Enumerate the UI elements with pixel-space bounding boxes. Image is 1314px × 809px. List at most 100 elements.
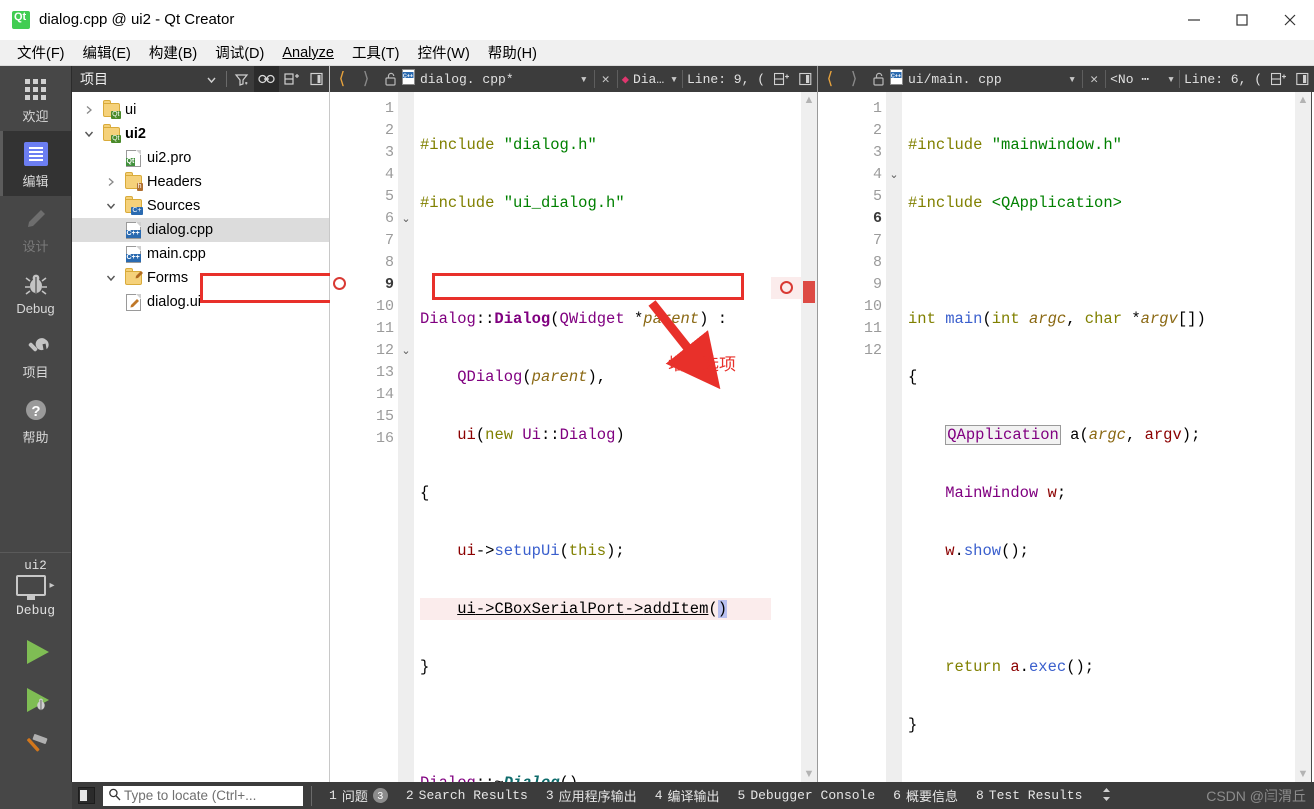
- code-line: #include <QApplication>: [908, 194, 1122, 212]
- split-side-icon[interactable]: [1290, 72, 1314, 86]
- tree-item-forms[interactable]: Forms: [72, 266, 329, 290]
- collapse-all-icon[interactable]: [279, 66, 304, 92]
- output-tab-app-output[interactable]: 3 应用程序输出: [537, 786, 646, 805]
- editor-right-marker-column[interactable]: [818, 92, 840, 782]
- output-tab-issues[interactable]: 1 问题 3: [320, 786, 397, 805]
- output-tab-compile-output[interactable]: 4 编译输出: [646, 786, 729, 805]
- scroll-down-arrow-icon[interactable]: ▼: [1298, 769, 1309, 780]
- chevron-left-icon[interactable]: ⟨: [818, 69, 842, 90]
- editor-left-code[interactable]: #include "dialog.h" #include "ui_dialog.…: [414, 92, 771, 782]
- chevron-left-icon[interactable]: ⟨: [330, 69, 354, 90]
- editor-right-code[interactable]: #include "mainwindow.h" #include <QAppli…: [902, 92, 1295, 782]
- symbol-selector[interactable]: <No ⋯ ▾: [1106, 72, 1179, 87]
- output-tab-search-results[interactable]: 2 Search Results: [397, 788, 537, 803]
- chevron-down-icon[interactable]: [100, 273, 122, 283]
- breakpoint-marker-right[interactable]: [780, 281, 793, 294]
- scroll-down-arrow-icon[interactable]: ▼: [804, 769, 815, 780]
- chevron-down-icon[interactable]: [199, 66, 224, 92]
- chevron-right-icon[interactable]: ⟩: [354, 69, 378, 90]
- fold-marker[interactable]: ⌄: [886, 164, 902, 186]
- output-tab-debugger-console[interactable]: 5 Debugger Console: [729, 788, 885, 803]
- chevron-down-icon[interactable]: ▾: [1167, 72, 1175, 87]
- split-editor-icon[interactable]: [769, 72, 793, 86]
- sidebar-item-projects[interactable]: 项目: [0, 322, 71, 387]
- split-side-icon[interactable]: [793, 72, 817, 86]
- tree-item-main-cpp[interactable]: C++ main.cpp: [72, 242, 329, 266]
- chevron-down-icon[interactable]: ▾: [574, 72, 594, 87]
- tree-item-dialog-ui[interactable]: dialog.ui: [72, 290, 329, 314]
- chevron-down-icon[interactable]: ▾: [1062, 72, 1082, 87]
- editor-right-scrollbar[interactable]: ▲ ▼: [1295, 92, 1311, 782]
- editor-right-fold-column[interactable]: ⌄: [886, 92, 902, 782]
- output-tab-summary[interactable]: 6 概要信息: [884, 786, 967, 805]
- line-number-current: 6: [872, 210, 882, 227]
- menu-edit[interactable]: 编辑(E): [74, 40, 140, 65]
- chevron-down-icon[interactable]: [78, 129, 100, 139]
- sidebar-item-welcome[interactable]: 欢迎: [0, 66, 71, 131]
- kit-selector[interactable]: ui2 ▸ Debug: [0, 552, 71, 622]
- run-button[interactable]: [0, 628, 71, 676]
- chevron-right-icon[interactable]: [100, 177, 122, 187]
- fold-marker: [886, 120, 902, 142]
- menu-widgets[interactable]: 控件(W): [408, 40, 478, 65]
- sidebar-item-design[interactable]: 设计: [0, 196, 71, 261]
- start-debugging-button[interactable]: [0, 676, 71, 724]
- minimize-button[interactable]: [1170, 0, 1218, 40]
- editor-right-filename[interactable]: ui/main. cpp: [908, 72, 1002, 87]
- editor-left-filename[interactable]: dialog. cpp*: [420, 72, 514, 87]
- code-line: #include "ui_dialog.h": [420, 194, 625, 212]
- sidebar-item-help[interactable]: ? 帮助: [0, 387, 71, 452]
- sidebar-icon[interactable]: [304, 66, 329, 92]
- sidebar-item-edit[interactable]: 编辑: [0, 131, 71, 196]
- tree-item-ui2-pro[interactable]: Qt ui2.pro: [72, 146, 329, 170]
- close-document-button[interactable]: ✕: [1083, 72, 1105, 87]
- search-input[interactable]: Type to locate (Ctrl+...: [103, 785, 303, 806]
- scroll-up-arrow-icon[interactable]: ▲: [1298, 95, 1309, 106]
- line-number: 7: [872, 232, 882, 249]
- tree-item-ui2[interactable]: Qt ui2: [72, 122, 329, 146]
- editor-left-scrollbar[interactable]: ▲ ▼: [801, 92, 817, 782]
- wrench-icon: [0, 331, 71, 359]
- chevron-right-icon[interactable]: ⟩: [842, 69, 866, 90]
- output-tab-number: 5: [737, 788, 746, 803]
- scroll-up-arrow-icon[interactable]: ▲: [804, 95, 815, 106]
- chevron-down-icon[interactable]: ▾: [670, 72, 678, 87]
- up-down-arrows-icon[interactable]: [1095, 787, 1118, 805]
- funnel-icon[interactable]: [229, 66, 254, 92]
- unlocked-padlock-icon[interactable]: [378, 72, 402, 86]
- close-button[interactable]: [1266, 0, 1314, 40]
- menu-debug[interactable]: 调试(D): [206, 40, 273, 65]
- close-document-button[interactable]: ✕: [595, 72, 617, 87]
- chevron-right-icon[interactable]: [78, 105, 100, 115]
- fold-marker[interactable]: ⌄: [398, 340, 414, 362]
- tree-item-ui[interactable]: Qt ui: [72, 98, 329, 122]
- sidebar-item-debug[interactable]: Debug: [0, 261, 71, 322]
- toggle-sidebar-icon[interactable]: [78, 787, 95, 804]
- tree-item-dialog-cpp[interactable]: C++ dialog.cpp: [72, 218, 329, 242]
- editor-left-toolbar: ⟨ ⟩ C++ dialog. cpp* ▾ ✕ ◆ Dia… ▾ Line: …: [330, 66, 817, 92]
- chevron-down-icon[interactable]: [100, 201, 122, 211]
- menu-analyze[interactable]: Analyze: [273, 43, 343, 63]
- code-line: ui->setupUi(this);: [457, 542, 625, 560]
- output-tab-test-results[interactable]: 8 Test Results: [967, 788, 1091, 803]
- fold-marker[interactable]: ⌄: [398, 208, 414, 230]
- editor-left-fold-column[interactable]: ⌄ ⌄: [398, 92, 414, 782]
- status-bar-left-pad: [0, 782, 72, 809]
- menu-tools[interactable]: 工具(T): [343, 40, 409, 65]
- menu-help[interactable]: 帮助(H): [479, 40, 546, 65]
- code-line: Dialog::~Dialog(): [420, 772, 771, 782]
- editor-left-marker-column[interactable]: [330, 92, 352, 782]
- maximize-button[interactable]: [1218, 0, 1266, 40]
- fold-marker: [886, 318, 902, 340]
- tree-item-headers[interactable]: h Headers: [72, 170, 329, 194]
- build-button[interactable]: [0, 724, 71, 772]
- menu-build[interactable]: 构建(B): [140, 40, 206, 65]
- symbol-selector[interactable]: ◆ Dia… ▾: [618, 72, 682, 87]
- breakpoint-marker[interactable]: [333, 277, 346, 290]
- fold-marker: [886, 186, 902, 208]
- link-icon[interactable]: [254, 66, 279, 92]
- tree-item-sources[interactable]: C+ Sources: [72, 194, 329, 218]
- unlocked-padlock-icon[interactable]: [866, 72, 890, 86]
- split-editor-icon[interactable]: [1266, 72, 1290, 86]
- menu-file[interactable]: 文件(F): [8, 40, 74, 65]
